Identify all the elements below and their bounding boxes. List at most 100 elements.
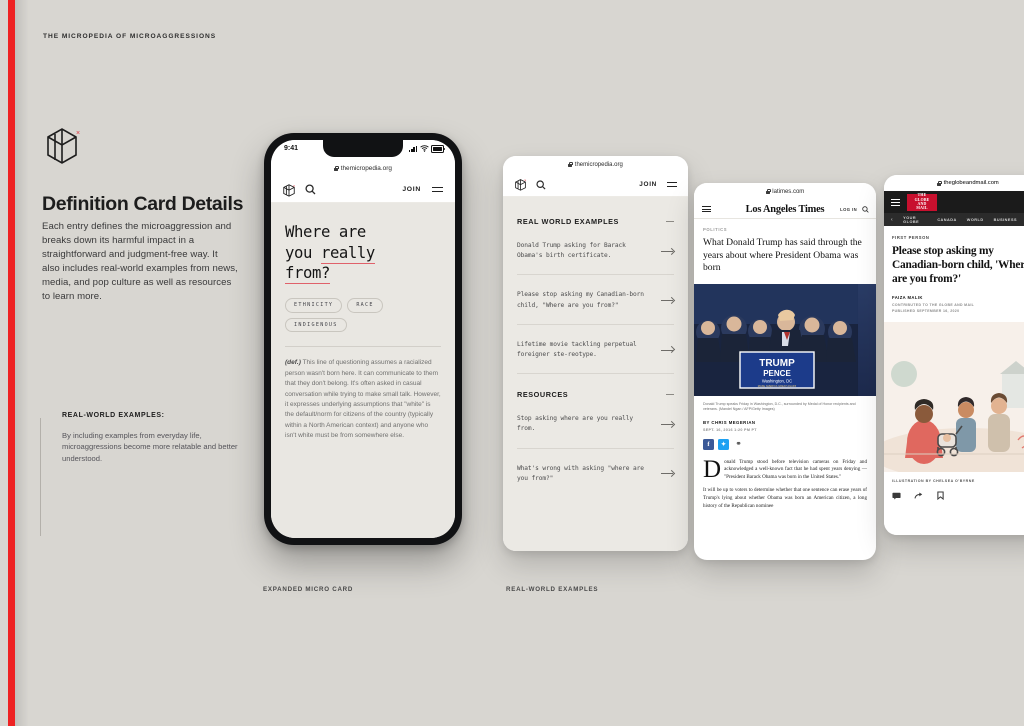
globe-logo[interactable]: THE GLOBE AND MAIL [907,193,937,211]
collapse-icon[interactable] [666,221,674,222]
definition-title-line-2-plain: you [285,243,321,262]
hamburger-menu-icon[interactable] [702,204,711,215]
chevron-left-icon[interactable]: ‹ [891,217,893,223]
list-item-label: Stop asking where are you really from. [517,415,634,433]
comment-icon[interactable] [892,492,901,500]
search-icon[interactable] [862,205,869,213]
list-item[interactable]: What's wrong with asking "where are you … [517,449,674,497]
browser-url-bar[interactable]: latimes.com [694,183,876,200]
article-byline: FAIZA MALIK [892,295,923,300]
link-share-icon[interactable]: ⚭ [733,439,744,450]
article-published: PUBLISHED SEPTEMBER 16, 2020 [892,309,960,313]
site-logo-icon[interactable]: × [514,178,527,191]
hamburger-menu-icon[interactable] [432,185,443,195]
lock-icon [765,189,771,194]
callout-title: REAL-WORLD EXAMPLES: [62,412,165,419]
definition-title-line-1: Where are [285,223,366,241]
accent-red-bar [8,0,15,726]
nav-item-business[interactable]: BUSINESS [994,218,1017,222]
screen-latimes-article: latimes.com Los Angeles Times LOG IN POL… [694,183,876,560]
list-item-label: Lifetime movie tackling perpetual foreig… [517,340,637,359]
section-title: RESOURCES [517,390,569,400]
share-buttons: f ✦ ⚭ [703,438,867,450]
micropedia-logo-icon: × [47,128,80,164]
nav-item-canada[interactable]: CANADA [937,218,956,222]
arrow-right-icon [661,297,674,304]
latimes-article-body: POLITICS What Donald Trump has said thro… [694,227,876,511]
svg-text:MAKE AMERICA GREAT AGAIN!: MAKE AMERICA GREAT AGAIN! [758,384,797,388]
tag-chip[interactable]: ETHNICITY [285,297,343,313]
svg-text:PENCE: PENCE [763,369,791,378]
globe-article-body: FIRST PERSON Please stop asking my Canad… [884,235,1024,535]
definition-card-screen: Where are you really from? ETHNICITY RAC… [271,202,455,538]
latimes-masthead-bar: Los Angeles Times LOG IN [694,200,876,219]
divider [285,346,441,348]
article-photo: TRUMP PENCE Washington, DC MAKE AMERICA … [694,283,876,396]
article-illustration [884,322,1024,472]
definition-title: Where are you really from? [285,222,441,285]
device-notch [323,140,403,157]
list-item[interactable]: Please stop asking my Canadian-born chil… [517,275,674,325]
arrow-right-icon [661,470,674,477]
arrow-right-icon [661,347,674,354]
svg-text:×: × [76,130,80,137]
article-paragraph-2: It will be up to voters to determine whe… [703,487,867,509]
join-button[interactable]: JOIN [402,186,421,193]
search-icon[interactable] [305,184,316,195]
browser-url-bar[interactable]: theglobeandmail.com [884,175,1024,191]
poster-canvas: THE MICROPEDIA OF MICROAGGRESSIONS × Def… [0,0,1024,726]
caption-expanded-micro-card: EXPANDED MICRO CARD [263,586,354,593]
hamburger-menu-icon[interactable] [667,180,677,189]
list-item[interactable]: Donald Trump asking for Barack Obama's b… [517,226,674,276]
drop-cap: D [703,455,722,483]
section-header[interactable]: RESOURCES [517,374,674,399]
list-item-label: Donald Trump asking for Barack Obama's b… [517,242,626,260]
article-kicker: FIRST PERSON [892,235,930,240]
bookmark-icon[interactable] [937,491,944,500]
nav-item-your-globe[interactable]: YOUR GLOBE [903,216,927,224]
join-button[interactable]: JOIN [639,181,657,188]
list-item-label: Please stop asking my Canadian-born chil… [517,291,644,309]
photo-caption: Donald Trump speaks Friday in Washington… [703,401,856,412]
globe-masthead-bar: THE GLOBE AND MAIL [884,191,1024,213]
article-paragraph: Donald Trump stood before television cam… [703,455,867,483]
collapse-icon[interactable] [666,394,674,396]
latimes-logo: Los Angeles Times [745,203,825,215]
caption-real-world-examples: REAL-WORLD EXAMPLES [506,586,599,593]
list-item-label: What's wrong with asking "where are you … [517,464,644,482]
share-arrow-icon[interactable] [914,491,924,500]
article-category[interactable]: POLITICS [703,227,867,232]
browser-url-bar[interactable]: themicropedia.org [503,156,688,173]
cellular-signal-icon [409,145,417,153]
section-header[interactable]: REAL WORLD EXAMPLES [517,197,674,226]
search-icon[interactable] [536,179,546,190]
article-headline: Please stop asking my Canadian-born chil… [892,245,1024,285]
tag-chip[interactable]: INDIGENOUS [285,317,347,333]
globe-logo-line-4: MAIL [916,206,928,211]
definition-title-line-2-underlined: really [320,243,375,264]
article-contributed: CONTRIBUTED TO THE GLOBE AND MAIL [892,303,975,307]
svg-text:TRUMP: TRUMP [759,358,795,369]
browser-url-bar[interactable]: themicropedia.org [271,159,455,177]
list-item[interactable]: Stop asking where are you really from. [517,399,674,449]
login-button[interactable]: LOG IN [840,207,857,212]
battery-icon [431,145,446,153]
url-text: themicropedia.org [574,161,623,168]
phone-device-mockup: 9:41 themicropedia.org × JOIN Where are … [264,133,462,545]
status-time: 9:41 [284,144,299,152]
article-headline: What Donald Trump has said through the y… [703,237,862,274]
list-item[interactable]: Lifetime movie tackling perpetual foreig… [517,325,674,375]
definition-title-line-3-underlined: from? [285,264,330,285]
callout-body: By including examples from everyday life… [62,431,238,463]
tag-chip[interactable]: RACE [347,297,383,313]
nav-item-world[interactable]: WORLD [967,218,984,222]
site-logo-icon[interactable]: × [282,183,296,197]
definition-label: (def.) [285,359,301,367]
facebook-share-icon[interactable]: f [703,438,714,450]
poster-kicker: THE MICROPEDIA OF MICROAGGRESSIONS [43,33,217,40]
twitter-share-icon[interactable]: ✦ [718,438,729,450]
callout-real-world-examples: REAL-WORLD EXAMPLES: By including exampl… [40,412,262,537]
hamburger-menu-icon[interactable] [891,197,900,208]
article-byline: BY CHRIS MEGERIAN [703,419,756,425]
illustration-credit: ILLUSTRATION BY CHELSEA O'BYRNE [892,479,975,483]
